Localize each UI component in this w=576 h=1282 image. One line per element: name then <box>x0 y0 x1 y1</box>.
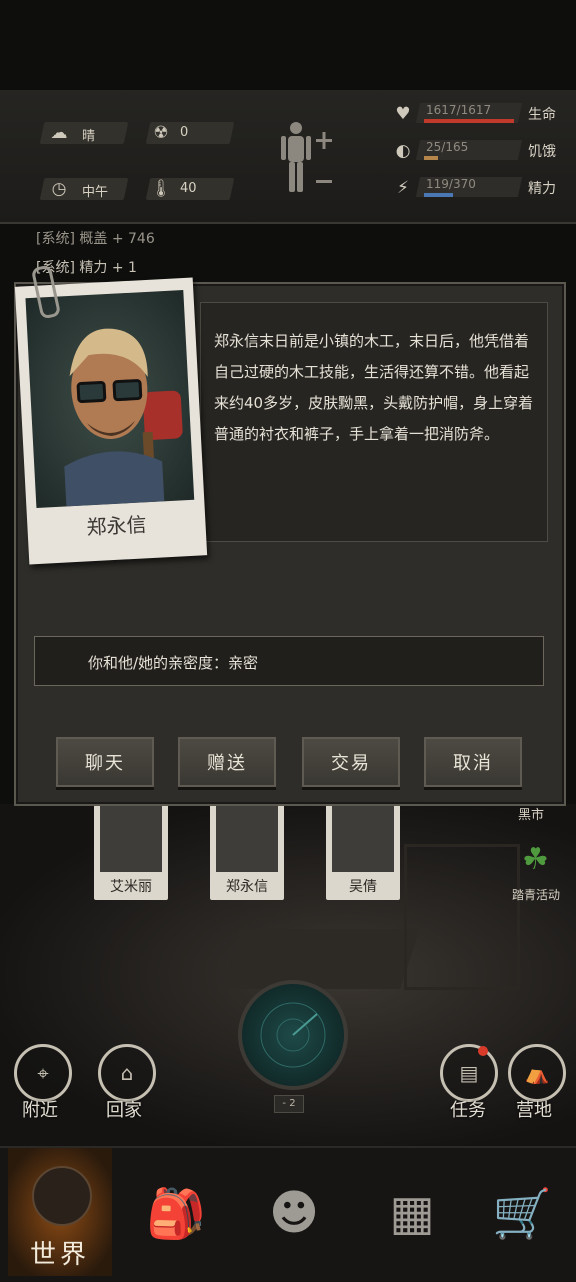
radiation-value: 0 <box>180 125 189 140</box>
location-pin-icon[interactable]: ⌖ <box>14 1044 72 1102</box>
time-value: 中午 <box>82 185 109 200</box>
energy-fill <box>424 193 453 197</box>
energy-label: 精力 <box>528 181 556 197</box>
task-icon[interactable]: ▤ <box>440 1044 498 1102</box>
log-line: [系统] 概盖 + 746 <box>36 231 155 247</box>
portrait-art <box>64 328 183 507</box>
globe-icon <box>32 1166 92 1226</box>
npc-portrait <box>216 804 278 872</box>
npc-card[interactable]: 艾米丽 <box>94 804 168 900</box>
notification-dot <box>478 1046 488 1056</box>
body-figure-icon <box>281 122 332 192</box>
nearby-label: 附近 <box>22 1100 58 1121</box>
home-icon[interactable]: ⌂ <box>98 1044 156 1102</box>
clock-icon: ◷ <box>51 179 67 199</box>
head-gear-icon[interactable]: ☻ <box>254 1150 334 1276</box>
cancel-button[interactable]: 取消 <box>424 737 522 787</box>
npc-card[interactable]: 吴倩 <box>326 804 400 900</box>
npc-name: 艾米丽 <box>110 879 152 895</box>
npc-photo-name: 郑永信 <box>85 512 148 540</box>
camp-label: 营地 <box>516 1100 552 1121</box>
temperature-value: 40 <box>180 181 197 196</box>
radar-icon <box>260 1002 326 1068</box>
radar-level: - 2 <box>274 1095 304 1113</box>
body-status-button[interactable] <box>276 118 336 198</box>
nav-world-tab[interactable]: 世界 <box>8 1148 112 1276</box>
radio-icon[interactable]: ▦ <box>372 1150 452 1276</box>
npc-portrait <box>25 290 195 509</box>
radiation-icon: ☢ <box>153 123 169 143</box>
clover-icon[interactable]: ☘ <box>522 842 549 877</box>
hunger-label: 饥饿 <box>528 144 556 160</box>
radar-button[interactable] <box>238 980 348 1090</box>
stomach-icon: ◐ <box>395 141 411 161</box>
event-label[interactable]: 踏青活动 <box>512 886 560 903</box>
npc-description: 郑永信末日前是小镇的木工，末日后，他凭借着自己过硬的木工技能，生活得还算不错。他… <box>214 332 534 443</box>
task-label: 任务 <box>450 1100 486 1121</box>
life-fill <box>424 119 514 123</box>
table-shape <box>220 929 420 989</box>
tent-icon[interactable]: ⛺ <box>508 1044 566 1102</box>
npc-name: 吴倩 <box>349 879 377 895</box>
trade-button[interactable]: 交易 <box>302 737 400 787</box>
life-bar: 1617/1617 <box>415 103 523 123</box>
energy-bar: 119/370 <box>415 177 523 197</box>
life-label: 生命 <box>528 107 556 123</box>
lightning-icon: ⚡ <box>397 178 409 198</box>
npc-portrait <box>100 804 162 872</box>
npc-photo-card: 郑永信 <box>14 277 208 565</box>
backpack-icon[interactable]: 🎒 <box>136 1150 216 1276</box>
intimacy-text: 你和他/她的亲密度：亲密 <box>88 654 259 672</box>
life-value: 1617/1617 <box>426 103 492 117</box>
hunger-bar: 25/165 <box>415 140 523 160</box>
npc-name: 郑永信 <box>226 879 268 895</box>
gift-button[interactable]: 赠送 <box>178 737 276 787</box>
chat-button[interactable]: 聊天 <box>56 737 154 787</box>
npc-portrait <box>332 804 394 872</box>
energy-value: 119/370 <box>426 177 476 191</box>
npc-card[interactable]: 郑永信 <box>210 804 284 900</box>
nav-world-label: 世界 <box>30 1240 91 1270</box>
thermometer-icon: 🌡 <box>150 179 172 199</box>
heart-icon: ♥ <box>395 104 411 124</box>
black-market-link[interactable]: 黑市 <box>518 804 544 823</box>
hunger-value: 25/165 <box>426 140 469 154</box>
home-label: 回家 <box>106 1100 142 1121</box>
doorway-shape <box>404 844 520 990</box>
weather-value: 晴 <box>82 129 96 144</box>
sun-cloud-icon: ☁ <box>50 123 68 143</box>
hunger-fill <box>424 156 438 160</box>
cart-icon[interactable]: 🛒 <box>482 1150 562 1276</box>
